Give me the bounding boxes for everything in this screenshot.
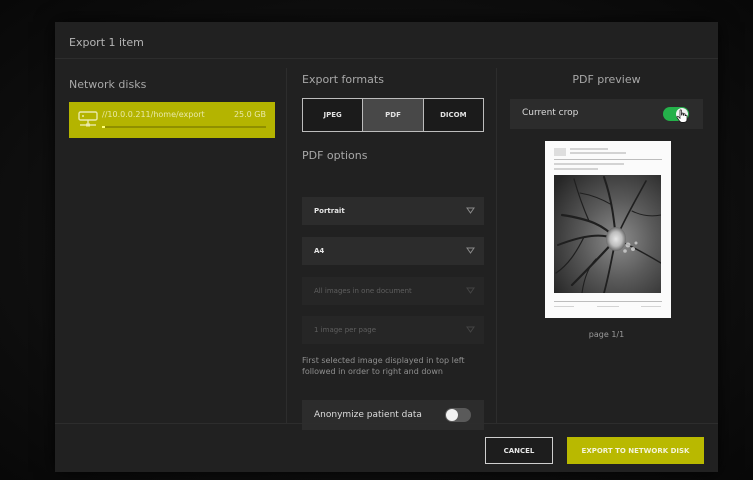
export-to-network-disk-button[interactable]: EXPORT TO NETWORK DISK bbox=[567, 437, 704, 464]
title-divider bbox=[55, 58, 718, 59]
column-divider bbox=[496, 68, 497, 423]
patient-info-line bbox=[554, 163, 624, 165]
orientation-value: Portrait bbox=[314, 207, 345, 215]
network-disks-panel: Network disks //10.0.0.211/home/export 2… bbox=[69, 78, 275, 138]
network-disk-item[interactable]: //10.0.0.211/home/export 25.0 GB bbox=[69, 102, 275, 138]
orientation-select[interactable]: Portrait bbox=[302, 197, 484, 225]
chevron-down-icon bbox=[466, 326, 475, 333]
pdf-preview-heading: PDF preview bbox=[572, 73, 641, 86]
disk-path: //10.0.0.211/home/export bbox=[102, 110, 205, 119]
footer-divider bbox=[55, 423, 718, 424]
header-text-line bbox=[570, 152, 626, 154]
network-disks-heading: Network disks bbox=[69, 78, 147, 91]
footer-text-line bbox=[597, 306, 619, 307]
network-drive-icon bbox=[78, 111, 98, 127]
chevron-down-icon bbox=[466, 207, 475, 214]
paper-size-select[interactable]: A4 bbox=[302, 237, 484, 265]
disk-usage-bar bbox=[102, 126, 266, 128]
header-text-line bbox=[570, 148, 608, 150]
export-options-panel: Export formats JPEG PDF DICOM PDF option… bbox=[302, 73, 485, 430]
disk-size: 25.0 GB bbox=[233, 110, 266, 119]
patient-info-line bbox=[554, 168, 598, 170]
anonymize-label: Anonymize patient data bbox=[314, 410, 422, 420]
format-jpeg-button[interactable]: JPEG bbox=[303, 99, 364, 131]
format-pdf-button[interactable]: PDF bbox=[363, 99, 424, 131]
format-selector: JPEG PDF DICOM bbox=[302, 98, 484, 132]
anonymize-toggle[interactable] bbox=[445, 408, 471, 422]
footer-text-line bbox=[554, 306, 574, 307]
footer-rule bbox=[554, 301, 662, 302]
pdf-options-heading: PDF options bbox=[302, 149, 368, 162]
paper-size-value: A4 bbox=[314, 247, 325, 255]
current-crop-label: Current crop bbox=[522, 108, 579, 118]
chevron-down-icon bbox=[466, 287, 475, 294]
layout-value: 1 image per page bbox=[314, 326, 377, 334]
grouping-value: All images in one document bbox=[314, 287, 412, 295]
export-dialog: Export 1 item Network disks //10.0.0.211… bbox=[55, 22, 718, 472]
export-formats-heading: Export formats bbox=[302, 73, 384, 86]
column-divider bbox=[286, 68, 287, 423]
header-rule bbox=[554, 159, 662, 160]
layout-select[interactable]: 1 image per page bbox=[302, 316, 484, 344]
dialog-title: Export 1 item bbox=[69, 36, 144, 49]
fundus-image bbox=[554, 175, 661, 293]
cancel-button[interactable]: CANCEL bbox=[485, 437, 553, 464]
disk-usage-fill bbox=[102, 126, 106, 128]
grouping-select[interactable]: All images in one document bbox=[302, 277, 484, 305]
current-crop-row: Current crop bbox=[510, 99, 703, 129]
format-dicom-button[interactable]: DICOM bbox=[423, 99, 483, 131]
pdf-page-thumbnail bbox=[545, 141, 671, 318]
hand-cursor-icon bbox=[676, 109, 688, 123]
toggle-knob bbox=[446, 409, 458, 421]
header-logo-placeholder bbox=[554, 148, 566, 156]
chevron-down-icon bbox=[466, 247, 475, 254]
page-counter: page 1/1 bbox=[588, 330, 625, 339]
footer-text-line bbox=[641, 306, 661, 307]
anonymize-row: Anonymize patient data bbox=[302, 400, 484, 430]
layout-note: First selected image displayed in top le… bbox=[302, 356, 465, 376]
